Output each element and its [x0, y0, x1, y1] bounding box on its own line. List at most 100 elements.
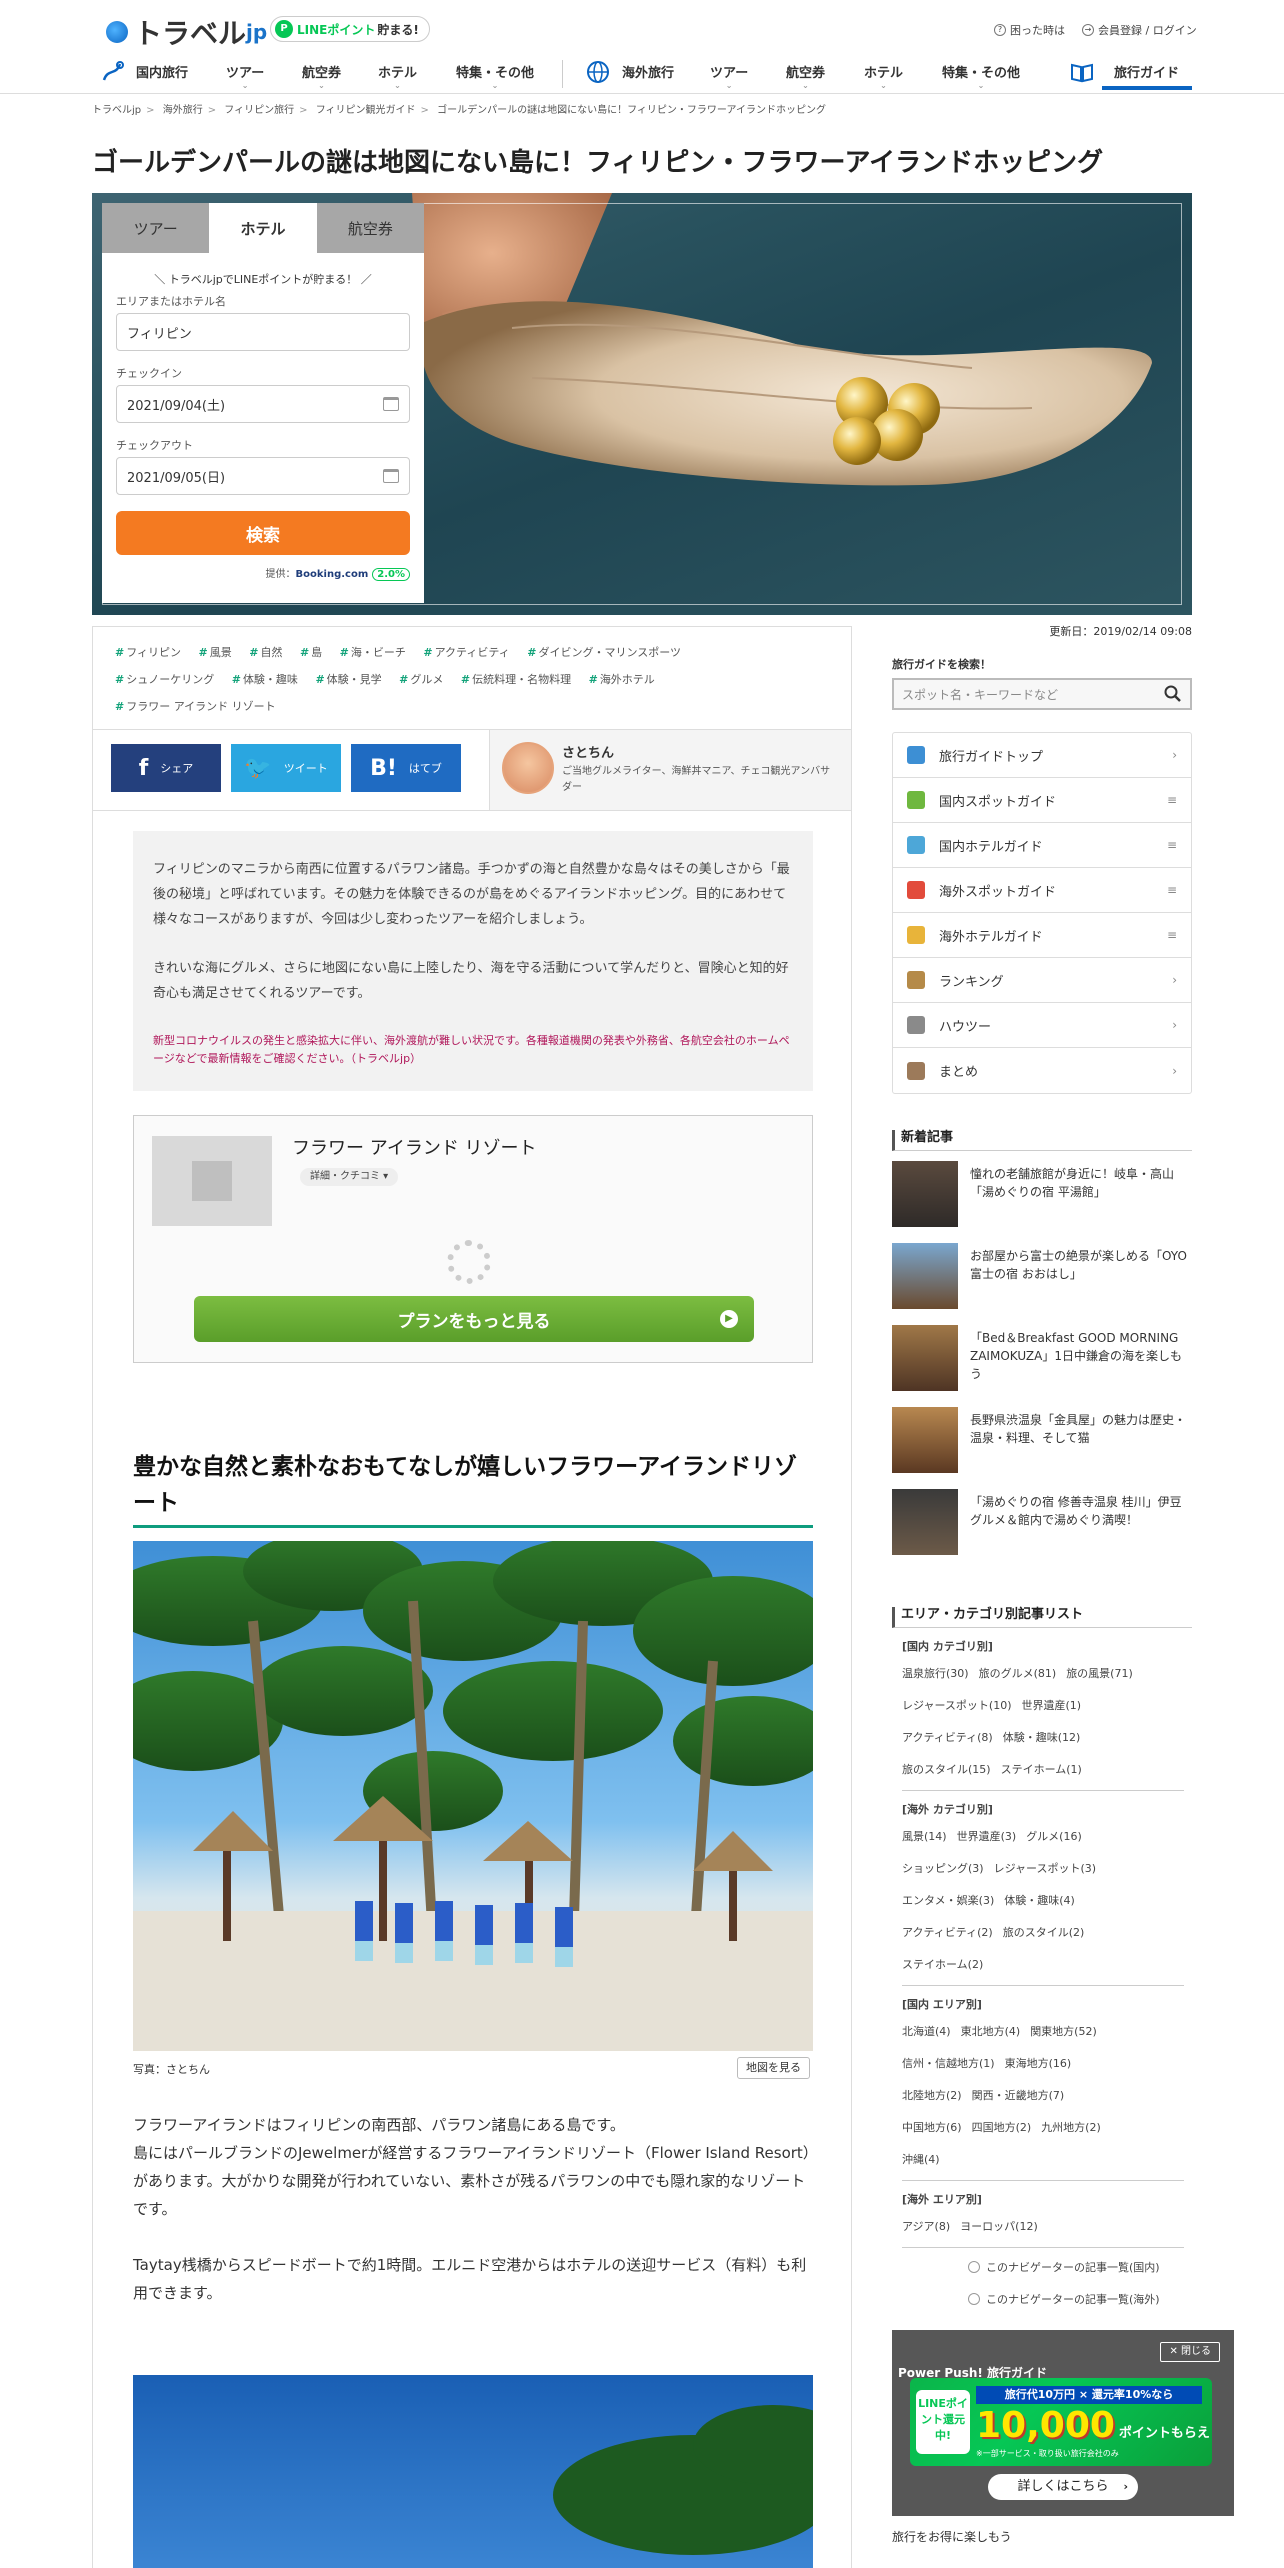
news-item[interactable]: 長野県渋温泉「金具屋」の魅力は歴史・温泉・料理、そして猫 [892, 1407, 1192, 1489]
map-button[interactable]: 地図を見る [737, 2057, 810, 2079]
facebook-share-button[interactable]: f シェア [111, 744, 221, 792]
nav-overseas[interactable]: 海外旅行 [622, 62, 674, 81]
nav-domestic-hotel[interactable]: ホテル ⌄ [378, 62, 417, 90]
hatena-share-button[interactable]: B! はてブ [351, 744, 461, 792]
category-link[interactable]: 世界遺産(1) [1021, 1699, 1091, 1712]
details-button[interactable]: 詳しくはこちら › [988, 2474, 1138, 2500]
sidebar-item-domestic-hotel[interactable]: 国内ホテルガイド ≡ [893, 823, 1191, 868]
login-link[interactable]: → 会員登録 / ログイン [1082, 22, 1197, 38]
nav-overseas-special[interactable]: 特集・その他 ⌄ [942, 62, 1020, 90]
help-link[interactable]: ? 困った時は [994, 22, 1065, 38]
nav-domestic-special[interactable]: 特集・その他 ⌄ [456, 62, 534, 90]
hotel-name[interactable]: フラワー アイランド リゾート [292, 1134, 537, 1160]
nav-guide[interactable]: 旅行ガイド⌄ [1114, 62, 1179, 90]
tab-air[interactable]: 航空券 [316, 203, 424, 253]
area-input[interactable]: フィリピン [116, 313, 410, 351]
tag-item[interactable]: # シュノーケリング [115, 673, 214, 686]
area-link[interactable]: 関東地方(52) [1030, 2025, 1107, 2038]
category-link[interactable]: 世界遺産(3) [957, 1830, 1027, 1843]
sidebar-item-overseas-hotel[interactable]: 海外ホテルガイド ≡ [893, 913, 1191, 958]
area-link[interactable]: 北海道(4) [902, 2025, 961, 2038]
nav-overseas-hotel[interactable]: ホテル ⌄ [864, 62, 903, 90]
calendar-icon[interactable] [383, 397, 399, 411]
area-link[interactable]: 北陸地方(2) [902, 2089, 972, 2102]
nav-domestic[interactable]: 国内旅行 [136, 62, 188, 81]
area-link[interactable]: 中国地方(6) [902, 2121, 972, 2134]
sidebar-item-overseas-spot[interactable]: 海外スポットガイド ≡ [893, 868, 1191, 913]
tag-item[interactable]: # 島 [300, 646, 322, 659]
category-link[interactable]: 旅のスタイル(15) [902, 1763, 1001, 1776]
category-link[interactable]: 体験・趣味(12) [1003, 1731, 1091, 1744]
author-card[interactable]: さとちん ご当地グルメライター、海鮮丼マニア、チェコ観光アンバサダー [489, 730, 851, 810]
area-link[interactable]: 東北地方(4) [961, 2025, 1031, 2038]
category-link[interactable]: レジャースポット(3) [994, 1862, 1106, 1875]
article-photo[interactable] [133, 1541, 813, 2051]
category-link[interactable]: 旅のスタイル(2) [1003, 1926, 1095, 1939]
article-photo-2[interactable] [133, 2375, 813, 2568]
search-button[interactable]: 検索 [116, 511, 410, 555]
area-link[interactable]: 関西・近畿地方(7) [972, 2089, 1075, 2102]
breadcrumb-item[interactable]: フィリピン旅行 [224, 105, 294, 116]
tag-item[interactable]: # フラワー アイランド リゾート [115, 700, 276, 713]
nav-domestic-air[interactable]: 航空券 ⌄ [302, 62, 341, 90]
area-link[interactable]: 九州地方(2) [1041, 2121, 1111, 2134]
breadcrumb-item[interactable]: フィリピン観光ガイド [316, 105, 416, 116]
tag-item[interactable]: # 風景 [199, 646, 232, 659]
sidebar-item-ranking[interactable]: ランキング › [893, 958, 1191, 1003]
nav-overseas-tour[interactable]: ツアー ⌄ [710, 62, 748, 90]
guide-search-input[interactable]: スポット名・キーワードなど [892, 678, 1192, 710]
news-item[interactable]: 「Bed＆Breakfast GOOD MORNING ZAIMOKUZA」1日… [892, 1325, 1192, 1407]
navigator-domestic-link[interactable]: このナビゲーターの記事一覧(国内) [968, 2252, 1192, 2284]
sidebar-item-howto[interactable]: ハウツー › [893, 1003, 1191, 1048]
news-item[interactable]: 「湯めぐりの宿 修善寺温泉 桂川」伊豆グルメ＆館内で湯めぐり満喫！ [892, 1489, 1192, 1571]
site-logo[interactable]: トラベル jp [106, 12, 267, 52]
hotel-detail-toggle[interactable]: 詳細・クチコミ ▾ [300, 1168, 399, 1186]
category-link[interactable]: アクティビティ(2) [902, 1926, 1003, 1939]
category-link[interactable]: レジャースポット(10) [902, 1699, 1021, 1712]
tab-tour[interactable]: ツアー [102, 203, 210, 253]
tag-item[interactable]: # フィリピン [115, 646, 181, 659]
calendar-icon[interactable] [383, 469, 399, 483]
category-link[interactable]: 風景(14) [902, 1830, 957, 1843]
tag-item[interactable]: # 海・ビーチ [340, 646, 406, 659]
category-link[interactable]: ショッピング(3) [902, 1862, 994, 1875]
tag-item[interactable]: # 体験・趣味 [232, 673, 298, 686]
news-item[interactable]: 憧れの老舗旅館が身近に！岐阜・高山「湯めぐりの宿 平湯館」 [892, 1161, 1192, 1243]
close-button[interactable]: ✕ 閉じる [1160, 2342, 1220, 2362]
nav-domestic-tour[interactable]: ツアー ⌄ [226, 62, 264, 90]
sidebar-item-matome[interactable]: まとめ › [893, 1048, 1191, 1093]
category-link[interactable]: 旅の風景(71) [1066, 1667, 1143, 1680]
search-icon[interactable] [1164, 685, 1182, 703]
category-link[interactable]: 温泉旅行(30) [902, 1667, 979, 1680]
area-link[interactable]: 信州・信越地方(1) [902, 2057, 1005, 2070]
tag-item[interactable]: # 体験・見学 [315, 673, 381, 686]
nav-overseas-air[interactable]: 航空券 ⌄ [786, 62, 825, 90]
category-link[interactable]: グルメ(16) [1026, 1830, 1092, 1843]
area-link[interactable]: 東海地方(16) [1005, 2057, 1082, 2070]
area-link[interactable]: ヨーロッパ(12) [960, 2220, 1048, 2233]
twitter-share-button[interactable]: 🐦 ツイート [231, 744, 341, 792]
area-link[interactable]: 四国地方(2) [972, 2121, 1042, 2134]
category-link[interactable]: 旅のグルメ(81) [979, 1667, 1067, 1680]
tab-hotel[interactable]: ホテル [209, 203, 317, 253]
navigator-overseas-link[interactable]: このナビゲーターの記事一覧(海外) [968, 2284, 1192, 2316]
category-link[interactable]: ステイホーム(2) [902, 1958, 993, 1971]
category-link[interactable]: アクティビティ(8) [902, 1731, 1003, 1744]
category-link[interactable]: ステイホーム(1) [1001, 1763, 1092, 1776]
more-plans-button[interactable]: プランをもっと見る ▶ [194, 1296, 754, 1342]
checkin-input[interactable]: 2021/09/04(土) [116, 385, 410, 423]
area-link[interactable]: 沖縄(4) [902, 2153, 950, 2166]
tag-item[interactable]: # 海外ホテル [589, 673, 655, 686]
tag-item[interactable]: # 伝統料理・名物料理 [461, 673, 571, 686]
tag-item[interactable]: # 自然 [249, 646, 282, 659]
tag-item[interactable]: # ダイビング・マリンスポーツ [527, 646, 681, 659]
line-points-banner[interactable]: LINEポイント還元中! 旅行代10万円 × 還元率10%なら 10,000 ポイ… [910, 2378, 1212, 2466]
category-link[interactable]: エンタメ・娯楽(3) [902, 1894, 1004, 1907]
category-link[interactable]: 体験・趣味(4) [1004, 1894, 1085, 1907]
news-item[interactable]: お部屋から富士の絶景が楽しめる「OYO 富士の宿 おおはし」 [892, 1243, 1192, 1325]
tag-item[interactable]: # グルメ [399, 673, 443, 686]
checkout-input[interactable]: 2021/09/05(日) [116, 457, 410, 495]
breadcrumb-item[interactable]: トラベルjp [92, 105, 141, 116]
sidebar-item-domestic-spot[interactable]: 国内スポットガイド ≡ [893, 778, 1191, 823]
sidebar-item-guide-top[interactable]: 旅行ガイドトップ › [893, 733, 1191, 778]
